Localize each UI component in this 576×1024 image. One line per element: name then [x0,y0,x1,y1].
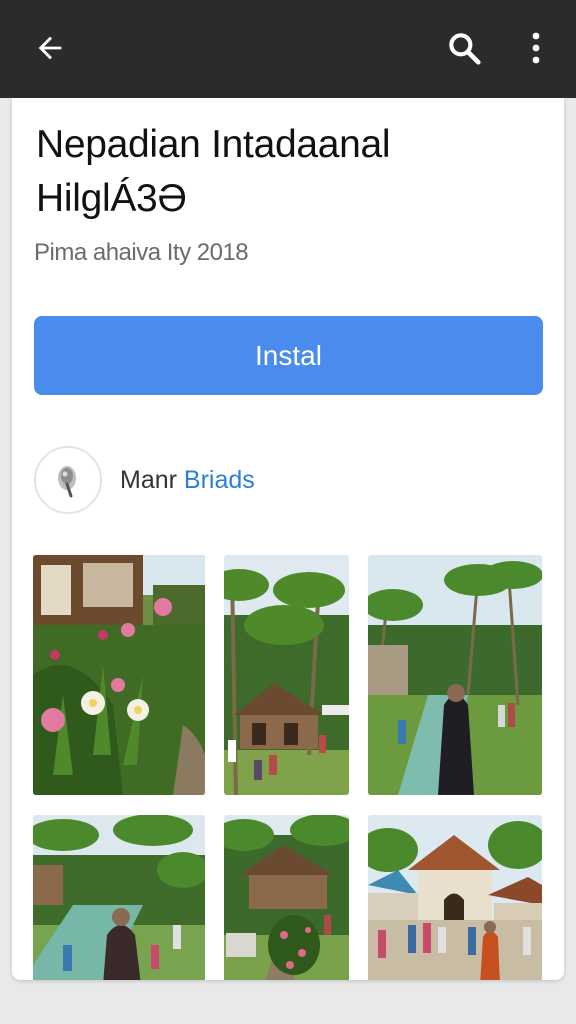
search-button[interactable] [440,24,488,72]
developer-row[interactable]: Manr Briads [34,446,255,514]
screenshot-4[interactable] [33,815,205,980]
screenshot-2[interactable] [224,555,349,795]
screenshot-1[interactable] [33,555,205,795]
app-subtitle: Pima ahaiva Ity 2018 [34,239,249,266]
more-options-button[interactable] [512,24,560,72]
developer-avatar[interactable] [34,446,102,514]
app-title: Nepadian Intadaanal HilglÁ3Ә [36,118,536,226]
screenshot-5[interactable] [224,815,349,980]
search-icon [449,33,481,65]
app-details-card: Nepadian Intadaanal HilglÁ3Ә Pima ahaiva… [12,98,564,980]
developer-logo-icon [58,466,76,498]
more-vert-icon [532,32,540,64]
developer-name-prefix: Manr [120,465,184,494]
app-title-line-2: HilglÁ3Ә [36,177,187,220]
back-button[interactable] [26,24,74,72]
screenshot-6[interactable] [368,815,542,980]
app-bar [0,0,576,98]
arrow-back-icon [38,36,62,60]
screenshot-3[interactable] [368,555,542,795]
developer-name-accent: Briads [183,465,255,494]
app-title-line-1: Nepadian Intadaanal [36,123,391,166]
install-button[interactable]: Instal [34,316,543,395]
screenshot-gallery [33,555,545,980]
developer-name[interactable]: Manr Briads [120,466,255,495]
